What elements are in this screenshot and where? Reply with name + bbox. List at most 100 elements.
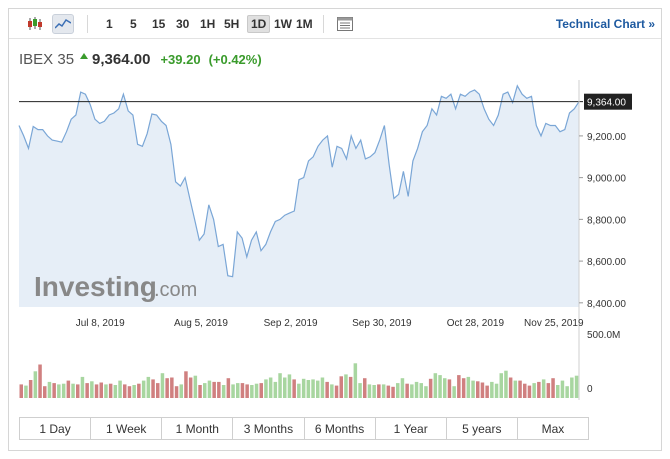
volume-bar (137, 383, 141, 398)
y-tick-label: 9,000.00 (587, 174, 626, 185)
volume-bar (574, 375, 579, 398)
volume-tick-label: 0 (587, 384, 593, 395)
volume-bar (193, 375, 198, 398)
volume-bar (424, 386, 428, 398)
y-tick-label: 8,400.00 (587, 299, 626, 310)
volume-bar (221, 385, 226, 398)
volume-bar (33, 371, 38, 398)
volume-bar (400, 378, 405, 398)
volume-bar (76, 384, 80, 398)
volume-bar (104, 384, 108, 398)
volume-bar (179, 384, 183, 398)
volume-bar (443, 378, 447, 398)
volume-bar (123, 384, 127, 398)
volume-bar (170, 377, 174, 398)
volume-bar (316, 380, 320, 398)
volume-bar (334, 385, 339, 398)
volume-bar (471, 380, 475, 398)
volume-bar (461, 378, 466, 398)
volume-bar (28, 380, 33, 398)
volume-bar (513, 380, 518, 398)
volume-bar (560, 380, 565, 398)
volume-bar (71, 383, 75, 398)
volume-bar (476, 381, 480, 398)
volume-bar (57, 384, 61, 398)
volume-bar (325, 381, 329, 398)
volume-bar (532, 383, 536, 398)
x-tick-label: Sep 2, 2019 (264, 318, 318, 329)
volume-bar (245, 384, 249, 398)
volume-bar (414, 381, 419, 398)
volume-bar (90, 381, 94, 398)
volume-bar (259, 383, 263, 398)
volume-bar (433, 373, 438, 398)
volume-bar (47, 381, 52, 398)
volume-bar (504, 370, 508, 398)
y-tick-label: 8,800.00 (587, 215, 626, 226)
volume-bar (485, 385, 489, 398)
volume-bar (268, 377, 273, 398)
y-tick-label: 8,600.00 (587, 257, 626, 268)
volume-bar (537, 381, 541, 398)
volume-bar (405, 383, 409, 398)
volume-bar (565, 386, 569, 398)
volume-bar (410, 384, 414, 398)
volume-bar (43, 386, 47, 398)
volume-bar (165, 378, 169, 398)
volume-bar (80, 376, 85, 398)
volume-bar (52, 383, 56, 398)
volume-bar (151, 379, 155, 398)
volume-bar (419, 383, 423, 398)
volume-bar (283, 377, 287, 398)
volume-bar (523, 383, 527, 398)
volume-bar (160, 373, 165, 398)
volume-bar (457, 375, 461, 398)
volume-bar (344, 374, 348, 398)
volume-bar (570, 377, 574, 398)
volume-bar (156, 383, 160, 398)
volume-bar (301, 378, 306, 398)
volume-bar (320, 377, 325, 398)
volume-bar (508, 377, 513, 398)
volume-bar (358, 383, 362, 398)
volume-bar (527, 385, 532, 398)
y-tick-label: 9,200.00 (587, 132, 626, 143)
volume-bar (348, 376, 353, 398)
volume-bar (61, 383, 66, 398)
volume-bar (278, 373, 282, 398)
volume-bar (19, 384, 23, 398)
volume-bar (438, 375, 442, 398)
volume-bar (377, 384, 381, 398)
volume-bar (396, 383, 400, 398)
x-tick-label: Aug 5, 2019 (174, 318, 228, 329)
volume-bar (108, 383, 113, 398)
x-tick-label: Sep 30, 2019 (352, 318, 412, 329)
volume-bar (146, 376, 151, 398)
volume-bar (311, 379, 315, 398)
volume-bar (113, 385, 118, 398)
volume-bar (254, 383, 259, 398)
volume-bar (212, 381, 216, 398)
volume-bar (118, 380, 122, 398)
volume-bar (353, 363, 358, 398)
volume-bar (174, 386, 179, 398)
volume-bar (518, 380, 522, 398)
volume-bar (226, 378, 231, 398)
volume-bar (287, 374, 292, 398)
watermark-brand: Investing (34, 271, 157, 302)
volume-bar (452, 386, 456, 398)
volume-bar (184, 371, 188, 398)
volume-bar (367, 384, 372, 398)
volume-bar (240, 383, 245, 398)
volume-bar (480, 382, 485, 398)
volume-bar (273, 381, 278, 398)
volume-bar (428, 378, 433, 398)
volume-bar (386, 385, 391, 398)
volume-bar (297, 383, 301, 398)
volume-bar (141, 380, 146, 398)
x-tick-label: Jul 8, 2019 (76, 318, 125, 329)
volume-bar (546, 383, 551, 398)
volume-bar (85, 383, 89, 398)
volume-bar (381, 384, 386, 398)
volume-bar (447, 379, 452, 398)
